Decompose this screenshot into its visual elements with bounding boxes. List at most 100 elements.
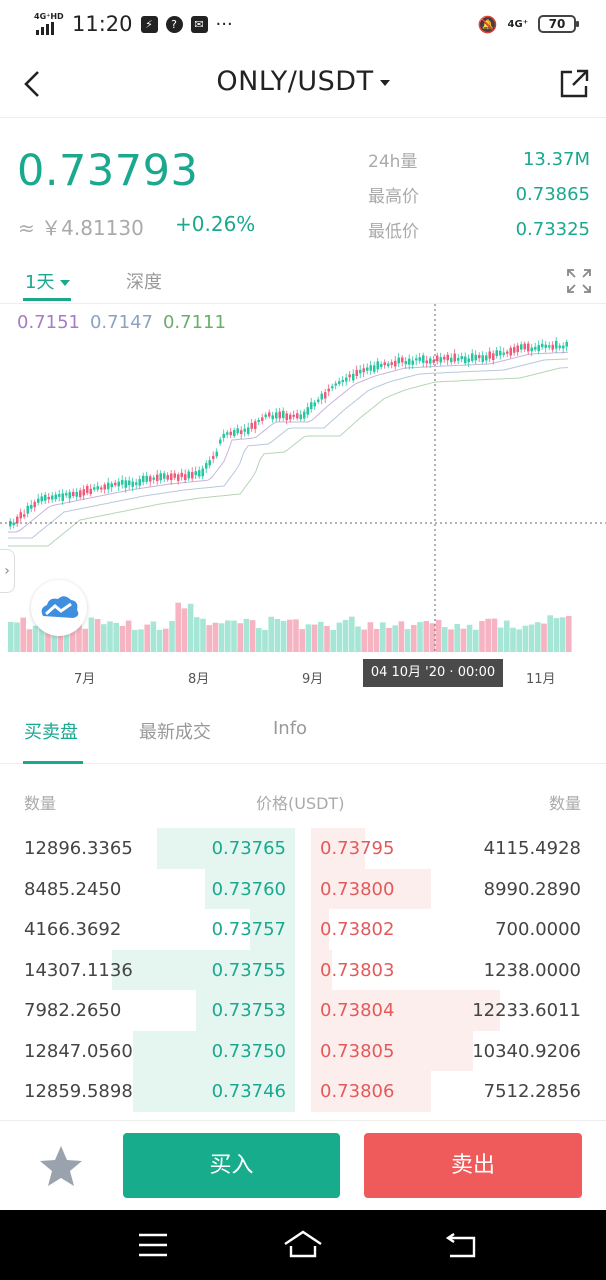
bid-quantity: 12847.0560 [24,1040,133,1062]
caret-down-icon [60,280,71,286]
signal-icon: 4G⁺HD [34,13,64,35]
candle [257,419,260,423]
last-price: 0.73793 [17,146,199,196]
candle [110,483,113,488]
message-icon: ✉ [190,15,208,33]
candle [212,456,215,459]
price-cny: ≈ ￥4.81130 [18,216,144,240]
orderbook-row[interactable]: 7982.2650 0.73753 0.73804 12233.6011 [0,990,606,1031]
volume-bar [466,624,473,652]
candle [138,479,141,486]
candle [261,417,264,421]
candle [341,379,344,383]
candle [516,345,519,353]
volume-bar [553,618,560,652]
candle [313,402,316,407]
candle [240,430,243,435]
candle [208,460,211,466]
candle [422,355,425,363]
orderbook-row[interactable]: 12859.5898 0.73746 0.73806 7512.2856 [0,1071,606,1112]
ask-quantity: 10340.9206 [472,1040,581,1062]
orderbook-rows: 12896.3365 0.73765 0.73795 4115.4928 8485.24… [0,828,606,1112]
nav-home-button[interactable] [283,1228,323,1262]
candle [215,451,218,457]
candle [177,474,180,481]
candle [541,343,544,348]
volume-bar [107,621,113,652]
candle [362,368,365,373]
candle [443,356,446,360]
volume-bar [423,621,429,652]
ma-value: 0.7151 [17,312,80,333]
tab-orderbook[interactable]: 买卖盘 [24,718,78,744]
volume-bar [411,625,417,652]
volume-bar [491,618,498,652]
tab-interval[interactable]: 1天 [25,268,71,294]
candlestick-chart[interactable] [0,304,606,696]
volume-bar [218,623,225,652]
home-icon [284,1230,322,1258]
page-title: ONLY/USDT [216,66,374,97]
pair-selector[interactable]: ONLY/USDT [0,66,606,97]
candle [418,357,421,361]
volume-bar [144,624,150,652]
orderbook-row[interactable]: 8485.2450 0.73760 0.73800 8990.2890 [0,868,606,909]
sell-button[interactable]: 卖出 [364,1133,582,1198]
volume-bar [243,618,250,652]
buy-button[interactable]: 买入 [123,1133,340,1198]
nav-menu-button[interactable] [134,1228,174,1262]
stat-label: 最高价 [368,187,419,207]
crosshair-date-label: 04 10月 '20 · 00:00 [363,659,503,687]
tab-info[interactable]: Info [273,718,307,739]
volume-bar [138,629,144,652]
volume-bar [94,619,101,652]
volume-bar [20,617,26,652]
candle [352,373,355,381]
tab-latest-trades[interactable]: 最新成交 [139,718,211,744]
bid-quantity: 12859.5898 [24,1081,133,1102]
candle [117,481,120,487]
orderbook-row[interactable]: 4166.3692 0.73757 0.73802 700.0000 [0,909,606,950]
month-label: 8月 [188,672,210,687]
volume-bar [392,625,398,652]
candle [68,492,71,499]
candle [446,354,449,361]
candle [268,412,271,417]
bottom-action-bar: 买入 卖出 [0,1120,606,1210]
month-label: 11月 [526,672,556,687]
volume-bar [435,619,442,652]
cloud-logo [31,580,87,636]
orderbook-row[interactable]: 12847.0560 0.73750 0.73805 10340.9206 [0,1030,606,1071]
ma-value: 0.7111 [162,312,226,333]
ask-price: 0.73800 [320,878,395,900]
orderbook-row[interactable]: 12896.3365 0.73765 0.73795 4115.4928 [0,828,606,869]
fullscreen-button[interactable] [566,268,592,294]
candle [450,357,453,363]
volume-bar [448,629,454,652]
orderbook-row[interactable]: 14307.1136 0.73755 0.73803 1238.0000 [0,949,606,990]
candle [86,485,89,493]
candle [236,428,239,434]
volume-bar [268,616,274,652]
side-drawer-handle[interactable]: › [0,549,15,593]
ask-quantity: 1238.0000 [483,959,581,981]
stat-volume: 24h量 13.37M [368,142,590,177]
candle [415,358,418,361]
candle [275,412,278,419]
tab-depth[interactable]: 深度 [126,268,162,294]
bid-price: 0.73746 [211,1081,286,1102]
candle [310,402,313,410]
share-button[interactable] [558,66,592,100]
favorite-button[interactable] [38,1143,84,1189]
candle [551,344,554,350]
candle [292,414,295,417]
candle [478,355,481,359]
volume-bar [262,629,268,652]
candle [317,399,320,403]
nav-back-button[interactable] [442,1228,482,1262]
bid-price: 0.73757 [211,919,286,940]
candle [156,474,159,482]
header-ask-qty: 数量 [548,794,581,813]
candle [467,358,470,363]
candle [394,360,397,367]
